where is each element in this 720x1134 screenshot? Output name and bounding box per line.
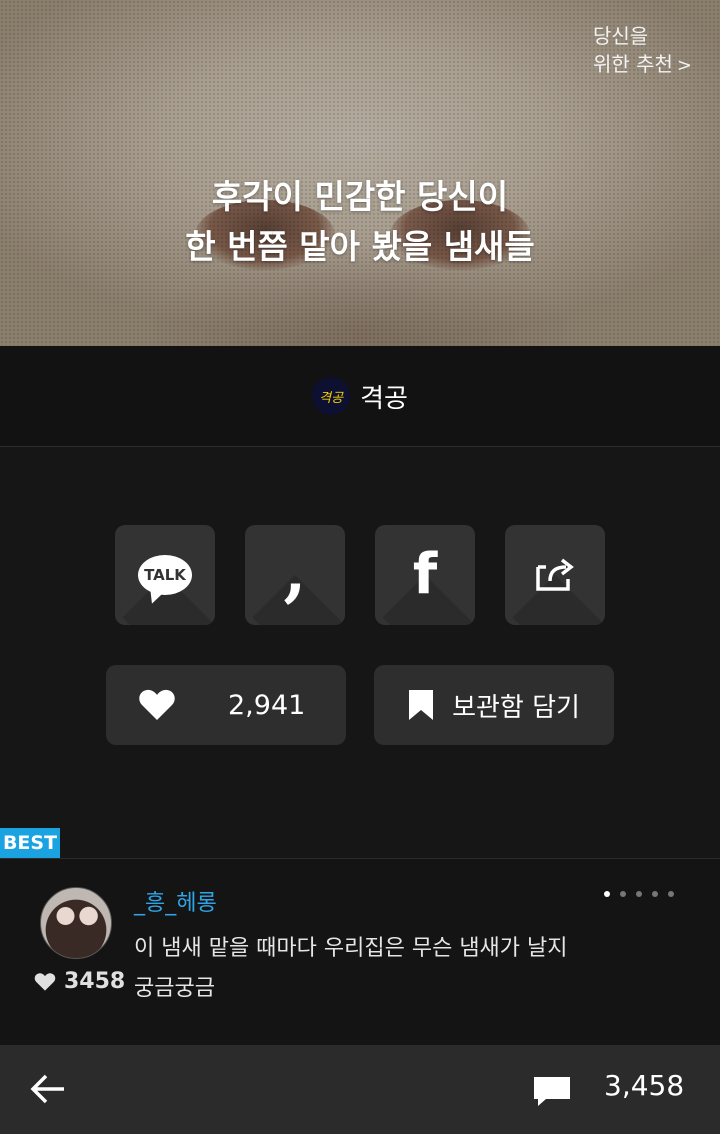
pager-dot[interactable] [668, 891, 674, 897]
like-count: 2,941 [228, 689, 306, 721]
pager-dot[interactable] [636, 891, 642, 897]
recommend-line-1: 당신을 [592, 24, 649, 48]
hero-title: 후각이 민감한 당신이 한 번쯤 맡아 봤을 냄새들 [0, 172, 720, 272]
share-buttons: TALK , f [115, 525, 605, 625]
back-arrow-icon[interactable] [28, 1071, 68, 1107]
bookmark-icon [409, 690, 434, 720]
comment-pager[interactable] [604, 891, 674, 897]
kakaotalk-icon: TALK [138, 555, 192, 595]
comment-text: 이 냄새 맡을 때마다 우리집은 무슨 냄새가 날지 궁금궁금 [134, 936, 568, 1001]
pager-dot[interactable] [620, 891, 626, 897]
chevron-right-icon: > [676, 55, 692, 76]
more-share-button[interactable] [505, 525, 605, 625]
like-button[interactable]: 2,941 [106, 665, 346, 745]
pager-dot[interactable] [604, 891, 610, 897]
avatar[interactable] [40, 887, 112, 959]
comment-icon[interactable] [532, 1075, 572, 1107]
hero-title-line-1: 후각이 민감한 당신이 [211, 177, 509, 216]
author-name: 격공 [360, 383, 408, 414]
save-to-storage-button[interactable]: 보관함 담기 [374, 665, 614, 745]
facebook-share-button[interactable]: f [375, 525, 475, 625]
kakaostory-icon: , [283, 532, 307, 610]
author-logo: 격공 [312, 377, 351, 415]
save-label: 보관함 담기 [452, 692, 580, 723]
share-icon [536, 558, 574, 591]
comment-like[interactable]: 3458 [34, 969, 125, 994]
comment-like-count: 3458 [64, 969, 126, 994]
kakaotalk-share-button[interactable]: TALK [115, 525, 215, 625]
author-bar[interactable]: 격공 격공 [0, 346, 720, 447]
comment-count[interactable]: 3,458 [604, 1069, 684, 1102]
recommend-line-2: 위한 추천 > [592, 52, 692, 76]
pager-dot[interactable] [652, 891, 658, 897]
hero-title-line-2: 한 번쯤 맡아 봤을 냄새들 [185, 227, 535, 266]
kakaostory-share-button[interactable]: , [245, 525, 345, 625]
heart-icon [139, 689, 175, 720]
heart-icon [34, 972, 56, 991]
hero-banner: 당신을 위한 추천 > 후각이 민감한 당신이 한 번쯤 맡아 봤을 냄새들 [0, 0, 720, 346]
recommend-link[interactable]: 당신을 위한 추천 > [593, 22, 692, 80]
best-badge: BEST [0, 828, 60, 868]
best-comment[interactable]: _흥_헤롱 이 냄새 맡을 때마다 우리집은 무슨 냄새가 날지 궁금궁금 34… [0, 859, 720, 1045]
facebook-icon: f [412, 542, 438, 607]
action-buttons: 2,941 보관함 담기 [106, 665, 614, 745]
bottom-bar: 3,458 [0, 1045, 720, 1134]
comment-username[interactable]: _흥_헤롱 [134, 885, 217, 917]
